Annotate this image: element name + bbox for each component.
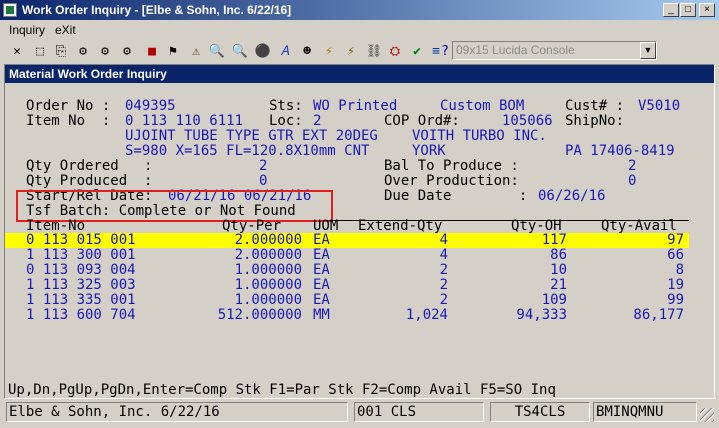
row-qty-avail: 86,177: [633, 307, 684, 323]
loc-label: Loc:: [269, 113, 303, 129]
row-extend-qty: 2: [439, 292, 448, 308]
row-qty-avail: 97: [667, 232, 684, 248]
row-qty-avail: 8: [675, 262, 684, 278]
status-program: BMINQMNU: [593, 402, 697, 422]
row-uom: EA: [313, 247, 330, 263]
qty-ordered-label: Qty Ordered :: [26, 158, 153, 174]
status-company: Elbe & Sohn, Inc. 6/22/16: [6, 402, 348, 422]
vendor-city: YORK: [412, 143, 446, 159]
row-qty-avail: 66: [667, 247, 684, 263]
row-extend-qty: 4: [439, 247, 448, 263]
row-qty-oh: 21: [550, 277, 567, 293]
function-key-help: Up,Dn,PgUp,PgDn,Enter=Comp Stk F1=Par St…: [8, 382, 556, 398]
bom-type: Custom BOM: [440, 98, 525, 114]
status-label: Sts:: [269, 98, 303, 114]
bal-produce-value: 2: [628, 158, 637, 174]
row-qty-per: 2.000000: [234, 232, 302, 248]
row-qty-oh: 109: [541, 292, 567, 308]
cust-value: V5010: [638, 98, 681, 114]
col-extend-qty: Extend-Qty: [358, 218, 443, 234]
vendor-name: VOITH TURBO INC.: [412, 128, 547, 144]
row-uom: MM: [313, 307, 330, 323]
row-qty-oh: 10: [550, 262, 567, 278]
row-uom: EA: [313, 232, 330, 248]
qty-produced-label: Qty Produced :: [26, 173, 153, 189]
qty-ordered-value: 2: [259, 158, 268, 174]
row-qty-oh: 86: [550, 247, 567, 263]
item-description: UJOINT TUBE TYPE GTR EXT 20DEG: [125, 128, 378, 144]
status-cls: 001 CLS: [354, 402, 484, 422]
cust-label: Cust# :: [565, 98, 625, 114]
status-value: WO Printed: [313, 98, 398, 114]
shipno-label: ShipNo:: [565, 113, 625, 129]
row-item-no: 1 113 335 001: [26, 292, 136, 308]
terminal-screen: Order No : 049395 Sts: WO Printed Custom…: [0, 0, 719, 428]
row-qty-per: 1.000000: [234, 292, 302, 308]
resize-grip-icon[interactable]: [700, 408, 714, 422]
row-item-no: 1 113 300 001: [26, 247, 136, 263]
row-item-no: 1 113 600 704: [26, 307, 136, 323]
loc-value: 2: [313, 113, 322, 129]
item-no-label: Item No :: [26, 113, 111, 129]
row-uom: EA: [313, 262, 330, 278]
order-no-value: 049395: [125, 98, 176, 114]
col-qty-avail: Qty-Avail: [601, 218, 677, 234]
row-extend-qty: 2: [439, 262, 448, 278]
row-item-no: 0 113 093 004: [26, 262, 136, 278]
vendor-state-zip: PA 17406-8419: [565, 143, 675, 159]
due-date-label: Due Date :: [384, 188, 528, 204]
item-no-value: 0 113 110 6111: [125, 113, 244, 129]
item-spec: S=980 X=165 FL=120.8X10mm CNT: [125, 143, 370, 159]
cop-ord-value: 105066: [502, 113, 553, 129]
cop-ord-label: COP Ord#:: [384, 113, 460, 129]
row-qty-per: 1.000000: [234, 277, 302, 293]
row-qty-per: 2.000000: [234, 247, 302, 263]
due-date-value: 06/26/16: [538, 188, 606, 204]
order-no-label: Order No :: [26, 98, 111, 114]
row-qty-per: 1.000000: [234, 262, 302, 278]
row-qty-oh: 94,333: [516, 307, 567, 323]
row-uom: EA: [313, 292, 330, 308]
row-extend-qty: 4: [439, 232, 448, 248]
over-production-value: 0: [628, 173, 637, 189]
row-extend-qty: 2: [439, 277, 448, 293]
row-uom: EA: [313, 277, 330, 293]
row-item-no: 0 113 015 001: [26, 232, 136, 248]
row-extend-qty: 1,024: [405, 307, 448, 323]
status-terminal: TS4CLS: [490, 402, 590, 422]
qty-produced-value: 0: [259, 173, 268, 189]
row-qty-per: 512.000000: [217, 307, 302, 323]
row-qty-oh: 117: [541, 232, 567, 248]
row-item-no: 1 113 325 003: [26, 277, 136, 293]
row-qty-avail: 99: [667, 292, 684, 308]
over-production-label: Over Production:: [384, 173, 519, 189]
bal-produce-label: Bal To Produce :: [384, 158, 519, 174]
row-qty-avail: 19: [667, 277, 684, 293]
